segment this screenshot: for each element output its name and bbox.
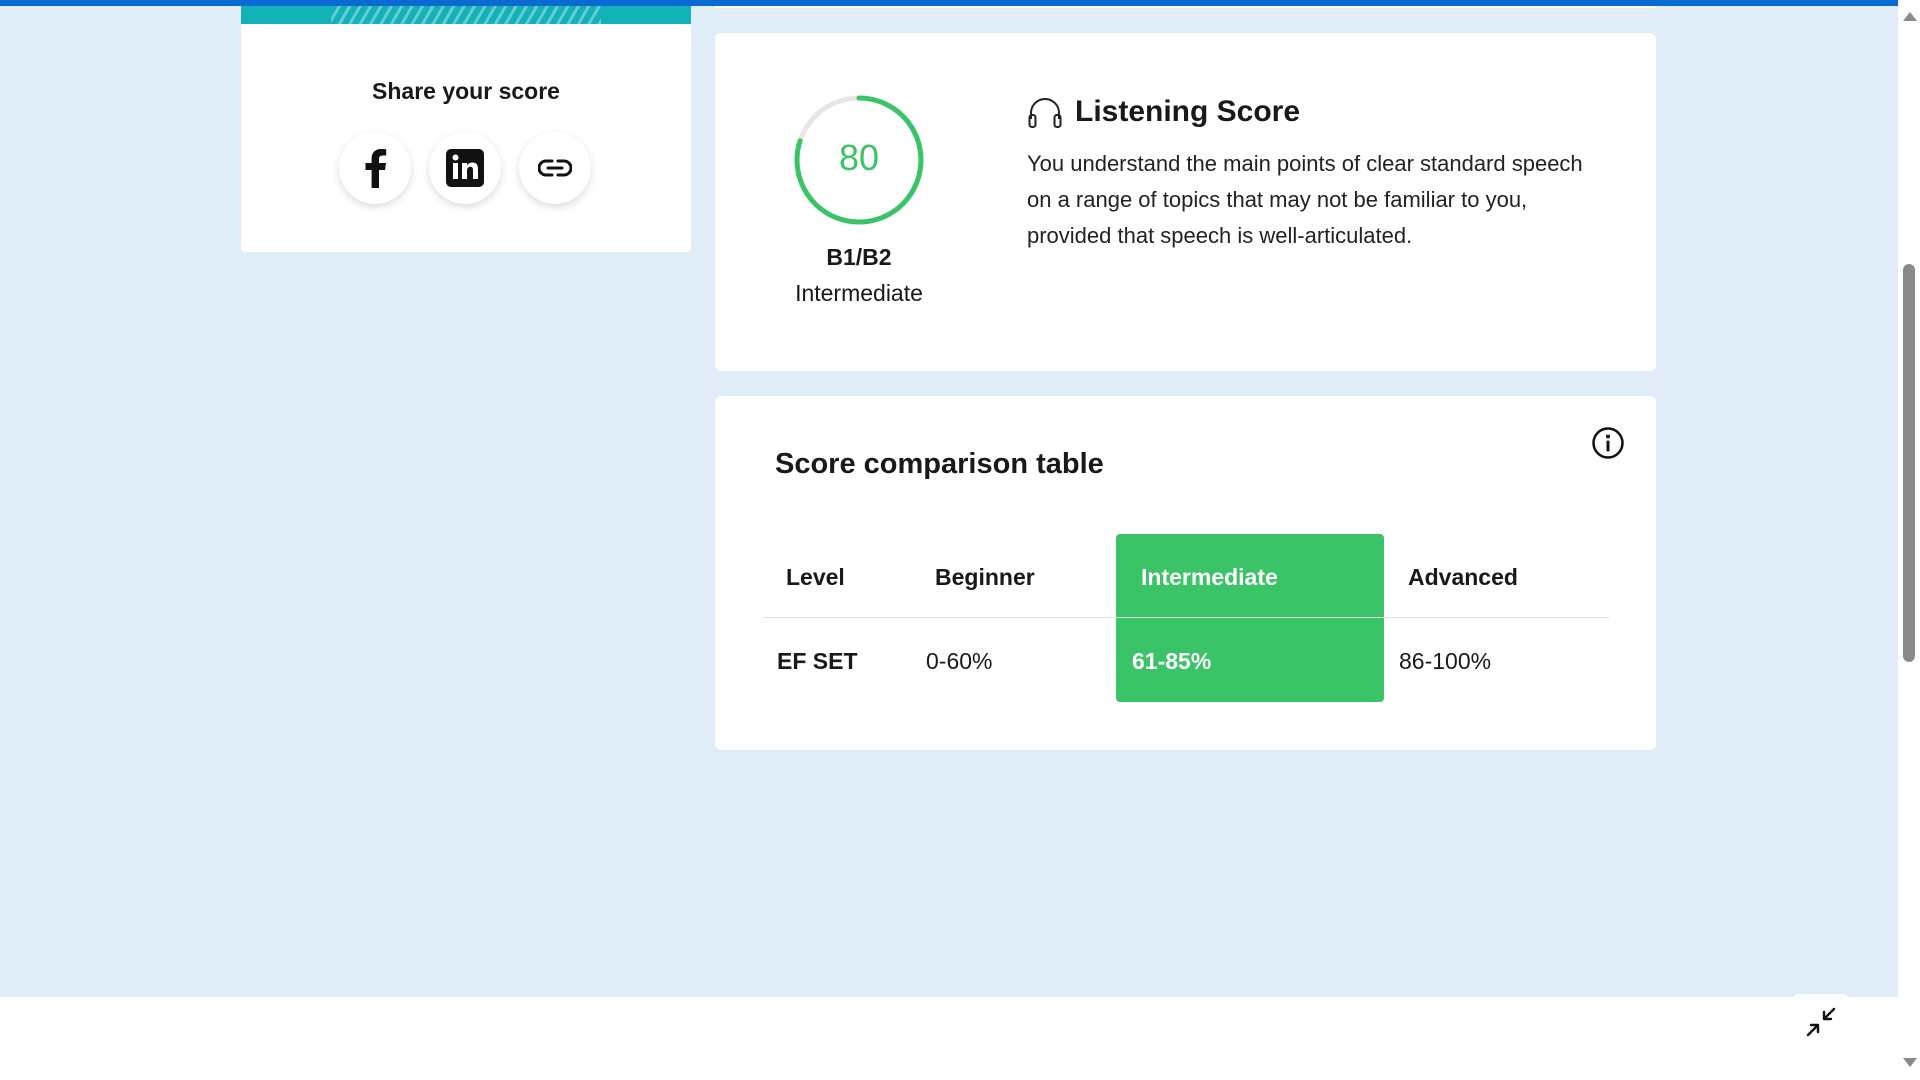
- header-intermediate: Intermediate: [1141, 564, 1278, 590]
- row-label: EF SET: [777, 648, 858, 674]
- collapse-button[interactable]: [1793, 994, 1849, 1050]
- scroll-down-arrow[interactable]: [1903, 1058, 1917, 1067]
- facebook-icon: [365, 149, 387, 188]
- card-top-edge: [715, 6, 1656, 8]
- level-name: Intermediate: [795, 280, 923, 306]
- cell-advanced: 86-100%: [1399, 648, 1492, 674]
- share-card-stripe: [241, 6, 691, 24]
- header-advanced: Advanced: [1408, 564, 1518, 590]
- score-value: 80: [838, 137, 880, 178]
- share-title: Share your score: [372, 78, 560, 104]
- share-card: Share your score: [241, 6, 691, 252]
- scroll-thumb[interactable]: [1903, 264, 1915, 662]
- header-beginner: Beginner: [935, 564, 1035, 590]
- listening-description: You understand the main points of clear …: [1027, 151, 1583, 248]
- cell-beginner: 0-60%: [926, 648, 993, 674]
- header-level: Level: [786, 564, 845, 590]
- scroll-up-arrow[interactable]: [1903, 12, 1917, 21]
- comparison-title: Score comparison table: [775, 448, 1104, 480]
- share-link-button[interactable]: [519, 132, 591, 204]
- level-code: B1/B2: [826, 244, 892, 270]
- listening-score-card: 80 B1/B2 Intermediate Listening Score Yo…: [715, 33, 1656, 371]
- info-icon[interactable]: [1591, 426, 1625, 460]
- score-comparison-card: Score comparison table Level Beginner In…: [715, 396, 1656, 750]
- cell-intermediate: 61-85%: [1132, 648, 1212, 674]
- bottom-bar: [0, 997, 1898, 1080]
- headphones-icon: [1028, 98, 1062, 128]
- listening-title: Listening Score: [1075, 95, 1301, 128]
- linkedin-icon: [446, 149, 484, 187]
- link-icon: [538, 159, 572, 177]
- vertical-scrollbar[interactable]: [1898, 0, 1920, 1080]
- share-buttons: [339, 132, 591, 204]
- share-facebook-button[interactable]: [339, 132, 411, 204]
- listening-heading: Listening Score: [1027, 95, 1300, 129]
- share-linkedin-button[interactable]: [429, 132, 501, 204]
- table-divider: [763, 617, 1609, 618]
- collapse-icon: [1806, 1007, 1836, 1037]
- highlighted-column: [1116, 534, 1384, 702]
